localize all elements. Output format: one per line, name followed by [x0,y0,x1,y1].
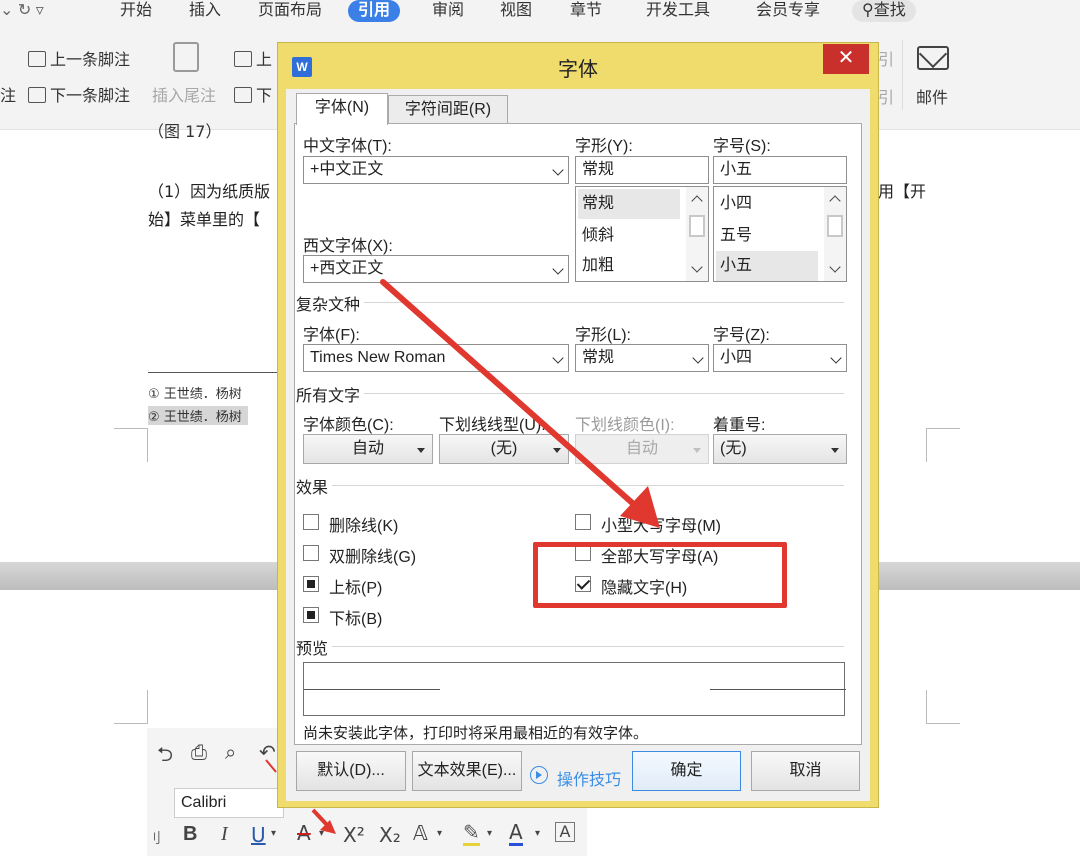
tab-font[interactable]: 字体(N) [296,93,388,125]
preview-heading: 预览 [296,635,333,659]
annotation-arrow-small [265,759,336,834]
annotation-arrow-main [380,279,660,528]
complex-script-heading: 复杂文种 [296,291,365,315]
annotation-arrows [265,279,660,834]
effects-heading: 效果 [296,474,333,498]
all-text-heading: 所有文字 [296,382,365,406]
